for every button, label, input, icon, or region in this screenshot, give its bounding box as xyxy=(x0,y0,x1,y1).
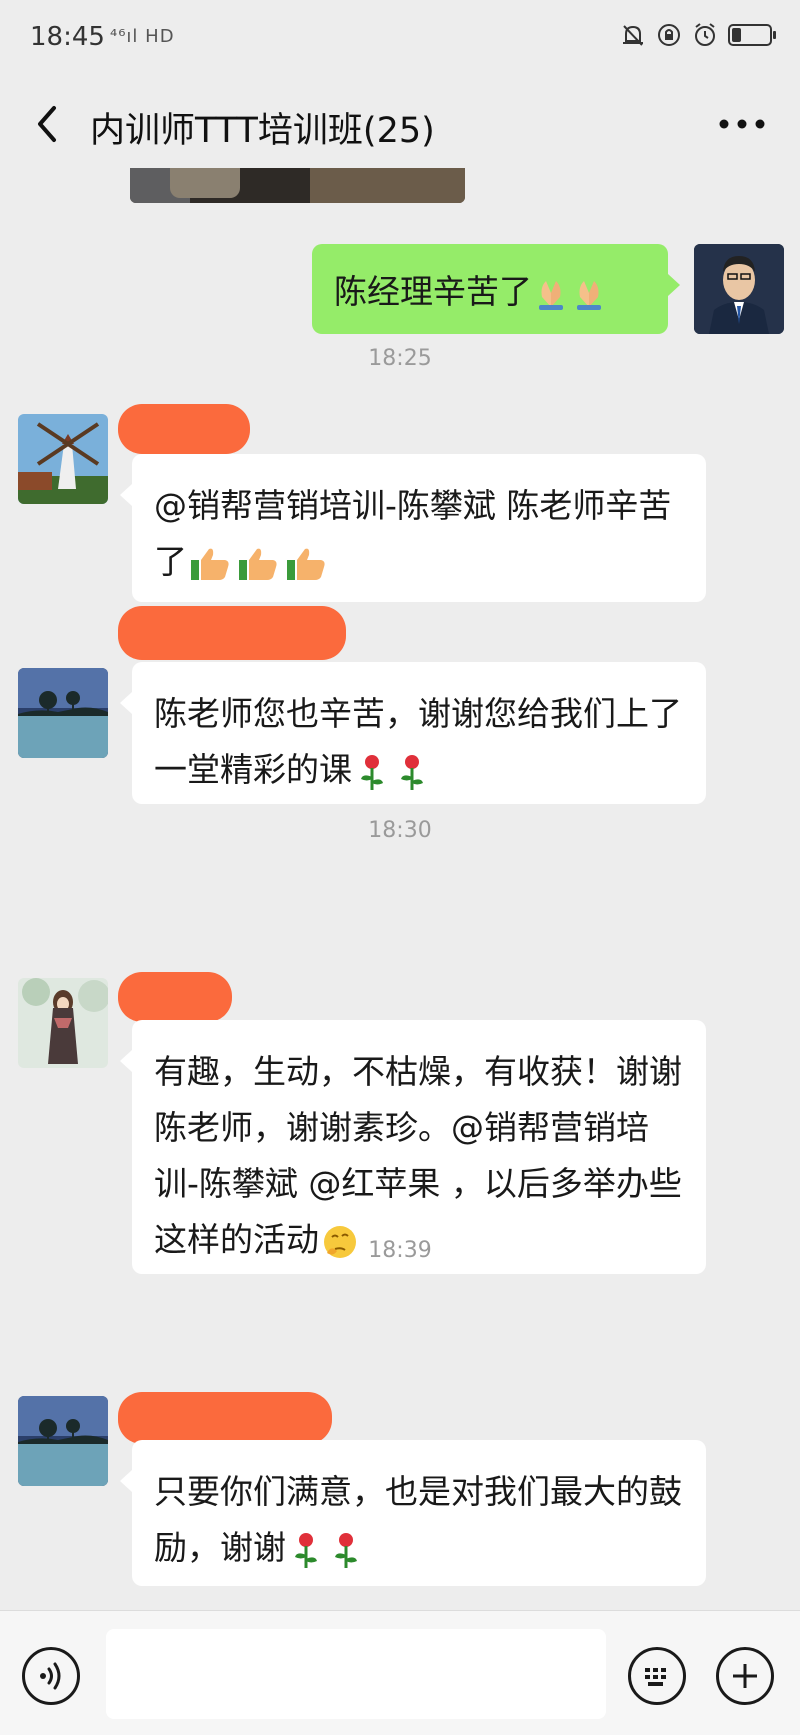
sender-name-redacted xyxy=(118,1392,332,1444)
message-input[interactable] xyxy=(106,1629,606,1719)
battery-fill xyxy=(732,28,741,42)
incoming-message-bubble[interactable]: 有趣，生动，不枯燥，有收获！谢谢陈老师，谢谢素珍。@销帮营销培训-陈攀斌 @红苹… xyxy=(120,1020,706,1274)
message-text: 有趣，生动，不枯燥，有收获！谢谢陈老师，谢谢素珍。@销帮营销培训-陈攀斌 @红苹… xyxy=(154,1052,682,1259)
incoming-message-bubble[interactable]: 陈老师您也辛苦，谢谢您给我们上了一堂精彩的课 xyxy=(120,662,706,804)
mute-bell-icon xyxy=(623,25,643,46)
voice-icon xyxy=(40,1662,61,1690)
more-dots-icon[interactable] xyxy=(714,100,770,148)
status-bar: 18:45 ⁴⁶ıl HD xyxy=(0,0,800,80)
keyboard-button[interactable] xyxy=(628,1647,686,1705)
plus-icon xyxy=(733,1664,757,1688)
rose-emoji-icon xyxy=(295,1532,317,1568)
thumbs-up-emoji-icon xyxy=(191,548,229,580)
chat-area[interactable]: 陈经理辛苦了 18:25 @销帮营销培训-陈攀斌 陈老师辛苦了 陈老师您也辛苦，… xyxy=(0,168,800,1610)
message-text: 陈经理辛苦了 xyxy=(334,272,532,311)
outgoing-message-bubble[interactable]: 陈经理辛苦了 xyxy=(312,244,680,334)
incoming-message-bubble[interactable]: 只要你们满意，也是对我们最大的鼓励，谢谢 xyxy=(120,1440,706,1586)
chat-header: 内训师TTT培训班(25) xyxy=(0,80,800,168)
rose-emoji-icon xyxy=(401,754,423,790)
sender-name-redacted xyxy=(118,972,232,1022)
thumbs-up-emoji-icon xyxy=(287,548,325,580)
timestamp: 18:30 xyxy=(368,818,432,843)
sender-avatar-lake[interactable] xyxy=(18,668,108,758)
timestamp: 18:39 xyxy=(368,1238,432,1263)
back-arrow-icon[interactable] xyxy=(28,100,68,148)
pray-emoji-icon xyxy=(539,280,563,310)
status-icons xyxy=(620,22,776,48)
alarm-icon xyxy=(695,23,715,46)
thumbs-up-emoji-icon xyxy=(239,548,277,580)
input-bar xyxy=(0,1610,800,1735)
rose-emoji-icon xyxy=(361,754,383,790)
status-time: 18:45 xyxy=(30,22,105,52)
incoming-message-bubble[interactable]: @销帮营销培训-陈攀斌 陈老师辛苦了 xyxy=(120,454,706,602)
sender-avatar-windmill[interactable] xyxy=(18,414,108,504)
sender-avatar-girl[interactable] xyxy=(18,978,108,1068)
my-avatar[interactable] xyxy=(694,244,784,334)
vpn-lock-icon xyxy=(658,24,680,46)
image-message-preview[interactable] xyxy=(130,168,465,203)
sender-avatar-lake[interactable] xyxy=(18,1396,108,1486)
timestamp: 18:25 xyxy=(368,346,432,371)
rose-emoji-icon xyxy=(335,1532,357,1568)
chat-title: 内训师TTT培训班(25) xyxy=(90,111,435,151)
voice-button[interactable] xyxy=(22,1647,80,1705)
signal-indicator: ⁴⁶ıl HD xyxy=(110,26,175,47)
sender-name-redacted xyxy=(118,404,250,454)
keyboard-icon xyxy=(645,1668,666,1686)
plus-button[interactable] xyxy=(716,1647,774,1705)
sender-name-redacted xyxy=(118,606,346,660)
message-text: 只要你们满意，也是对我们最大的鼓励，谢谢 xyxy=(154,1472,682,1567)
battery-icon xyxy=(728,24,776,46)
pray-emoji-icon xyxy=(577,280,601,310)
